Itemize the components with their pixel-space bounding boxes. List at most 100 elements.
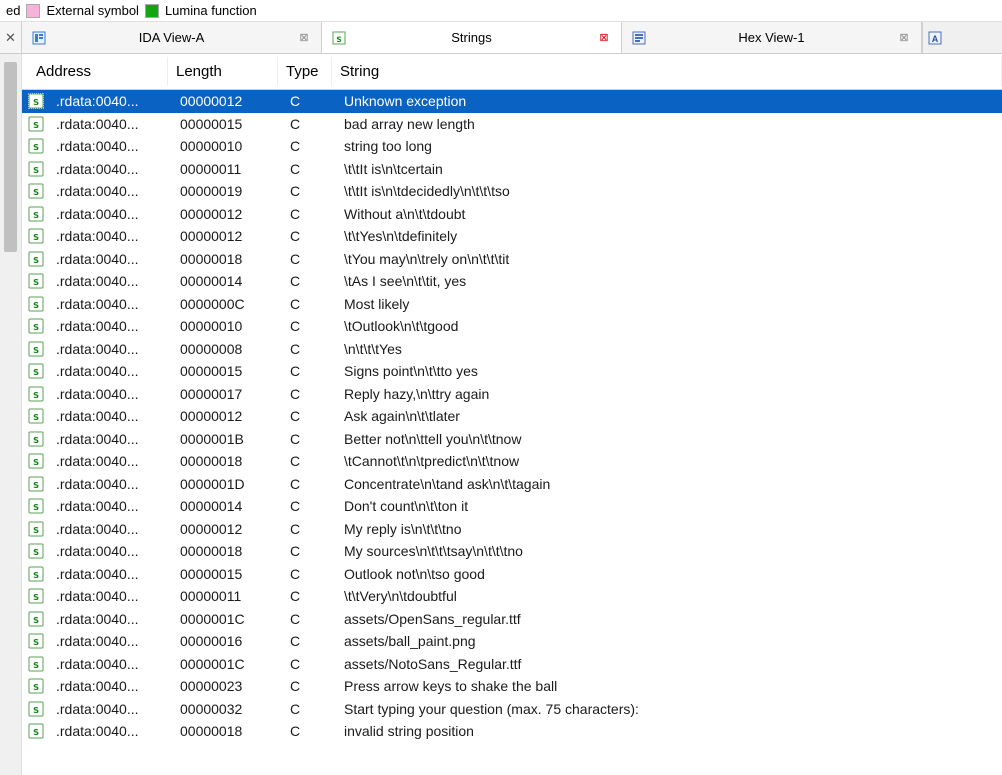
col-header-length[interactable]: Length <box>168 57 278 86</box>
cell-string: Reply hazy,\n\ttry again <box>336 386 1002 402</box>
cell-length: 00000012 <box>172 408 282 424</box>
table-row[interactable]: s.rdata:0040...00000014C\tAs I see\n\t\t… <box>22 270 1002 293</box>
cell-address: .rdata:0040... <box>48 363 172 379</box>
table-row[interactable]: s.rdata:0040...0000000CCMost likely <box>22 293 1002 316</box>
cell-string: Don't count\n\t\ton it <box>336 498 1002 514</box>
cell-type: C <box>282 116 336 132</box>
cell-string: \tAs I see\n\t\tit, yes <box>336 273 1002 289</box>
table-row[interactable]: s.rdata:0040...00000023CPress arrow keys… <box>22 675 1002 698</box>
string-row-icon: s <box>28 611 44 627</box>
string-row-icon: s <box>28 521 44 537</box>
cell-address: .rdata:0040... <box>48 633 172 649</box>
table-row[interactable]: s.rdata:0040...00000015Cbad array new le… <box>22 113 1002 136</box>
table-row[interactable]: s.rdata:0040...00000015CSigns point\n\t\… <box>22 360 1002 383</box>
cell-string: bad array new length <box>336 116 1002 132</box>
tab-strings[interactable]: s Strings ⊠ <box>322 22 622 53</box>
string-row-icon: s <box>28 386 44 402</box>
cell-type: C <box>282 453 336 469</box>
cell-string: \t\tIt is\n\tcertain <box>336 161 1002 177</box>
tab-close-icon[interactable]: ⊠ <box>897 31 911 45</box>
table-row[interactable]: s.rdata:0040...00000014CDon't count\n\t\… <box>22 495 1002 518</box>
close-pane-button[interactable]: ✕ <box>0 22 22 53</box>
col-header-string[interactable]: String <box>332 57 1002 86</box>
cell-string: invalid string position <box>336 723 1002 739</box>
cell-string: assets/OpenSans_regular.ttf <box>336 611 1002 627</box>
cell-length: 0000001D <box>172 476 282 492</box>
string-row-icon: s <box>28 723 44 739</box>
tab-label: Hex View-1 <box>654 30 889 45</box>
cell-length: 00000012 <box>172 206 282 222</box>
table-row[interactable]: s.rdata:0040...00000008C\n\t\t\tYes <box>22 338 1002 361</box>
cell-length: 00000017 <box>172 386 282 402</box>
table-row[interactable]: s.rdata:0040...00000012CMy reply is\n\t\… <box>22 518 1002 541</box>
col-header-address[interactable]: Address <box>28 57 168 86</box>
svg-text:s: s <box>33 703 40 716</box>
tab-hex-view-1[interactable]: Hex View-1 ⊠ <box>622 22 922 53</box>
cell-address: .rdata:0040... <box>48 116 172 132</box>
string-row-icon: s <box>28 296 44 312</box>
cell-address: .rdata:0040... <box>48 408 172 424</box>
table-row[interactable]: s.rdata:0040...0000001CCassets/OpenSans_… <box>22 608 1002 631</box>
table-header-row: Address Length Type String <box>22 54 1002 90</box>
cell-string: \n\t\t\tYes <box>336 341 1002 357</box>
string-row-icon: s <box>28 273 44 289</box>
table-row[interactable]: s.rdata:0040...00000016Cassets/ball_pain… <box>22 630 1002 653</box>
cell-string: \tCannot\t\n\tpredict\n\t\tnow <box>336 453 1002 469</box>
view-icon <box>32 31 46 45</box>
table-row[interactable]: s.rdata:0040...00000011C\t\tIt is\n\tcer… <box>22 158 1002 181</box>
cell-address: .rdata:0040... <box>48 206 172 222</box>
table-row[interactable]: s.rdata:0040...00000018CMy sources\n\t\t… <box>22 540 1002 563</box>
legend-label-external: External symbol <box>46 3 138 18</box>
table-row[interactable]: s.rdata:0040...0000001CCassets/NotoSans_… <box>22 653 1002 676</box>
table-row[interactable]: s.rdata:0040...00000018C\tCannot\t\n\tpr… <box>22 450 1002 473</box>
cell-string: \t\tIt is\n\tdecidedly\n\t\t\tso <box>336 183 1002 199</box>
cell-address: .rdata:0040... <box>48 521 172 537</box>
legend-bar: ed External symbol Lumina function <box>0 0 1002 22</box>
table-row[interactable]: s.rdata:0040...00000012CWithout a\n\t\td… <box>22 203 1002 226</box>
cell-length: 00000032 <box>172 701 282 717</box>
table-row[interactable]: s.rdata:0040...0000001DCConcentrate\n\ta… <box>22 473 1002 496</box>
table-row[interactable]: s.rdata:0040...00000017CReply hazy,\n\tt… <box>22 383 1002 406</box>
svg-text:s: s <box>33 725 40 738</box>
table-row[interactable]: s.rdata:0040...00000010Cstring too long <box>22 135 1002 158</box>
col-header-type[interactable]: Type <box>278 57 332 86</box>
table-row[interactable]: s.rdata:0040...0000001BCBetter not\n\tte… <box>22 428 1002 451</box>
scrollbar-thumb[interactable] <box>4 62 17 252</box>
svg-text:s: s <box>33 613 40 626</box>
svg-text:s: s <box>33 545 40 558</box>
cell-length: 00000014 <box>172 273 282 289</box>
tab-close-icon[interactable]: ⊠ <box>597 31 611 45</box>
string-row-icon: s <box>28 431 44 447</box>
table-row[interactable]: s.rdata:0040...00000019C\t\tIt is\n\tdec… <box>22 180 1002 203</box>
cell-length: 00000018 <box>172 251 282 267</box>
vertical-scrollbar[interactable] <box>0 54 22 775</box>
cell-length: 0000001C <box>172 656 282 672</box>
tabs-overflow-button[interactable]: A <box>922 22 946 53</box>
svg-text:s: s <box>33 140 40 153</box>
svg-text:s: s <box>33 388 40 401</box>
cell-string: Signs point\n\t\tto yes <box>336 363 1002 379</box>
tab-ida-view-a[interactable]: IDA View-A ⊠ <box>22 22 322 53</box>
cell-string: string too long <box>336 138 1002 154</box>
table-row[interactable]: s.rdata:0040...00000018C\tYou may\n\trel… <box>22 248 1002 271</box>
cell-type: C <box>282 273 336 289</box>
cell-length: 00000010 <box>172 138 282 154</box>
table-row[interactable]: s.rdata:0040...00000018Cinvalid string p… <box>22 720 1002 743</box>
table-row[interactable]: s.rdata:0040...00000015COutlook not\n\ts… <box>22 563 1002 586</box>
table-row[interactable]: s.rdata:0040...00000010C\tOutlook\n\t\tg… <box>22 315 1002 338</box>
table-row[interactable]: s.rdata:0040...00000012CAsk again\n\t\tl… <box>22 405 1002 428</box>
table-row[interactable]: s.rdata:0040...00000012C\t\tYes\n\tdefin… <box>22 225 1002 248</box>
tab-close-icon[interactable]: ⊠ <box>297 31 311 45</box>
cell-type: C <box>282 183 336 199</box>
string-row-icon: s <box>28 116 44 132</box>
cell-length: 00000015 <box>172 363 282 379</box>
cell-type: C <box>282 206 336 222</box>
table-body: s.rdata:0040...00000012CUnknown exceptio… <box>22 90 1002 743</box>
table-row[interactable]: s.rdata:0040...00000011C\t\tVery\n\tdoub… <box>22 585 1002 608</box>
cell-address: .rdata:0040... <box>48 611 172 627</box>
table-row[interactable]: s.rdata:0040...00000032CStart typing you… <box>22 698 1002 721</box>
cell-length: 0000001C <box>172 611 282 627</box>
cell-type: C <box>282 476 336 492</box>
svg-text:s: s <box>33 410 40 423</box>
table-row[interactable]: s.rdata:0040...00000012CUnknown exceptio… <box>22 90 1002 113</box>
